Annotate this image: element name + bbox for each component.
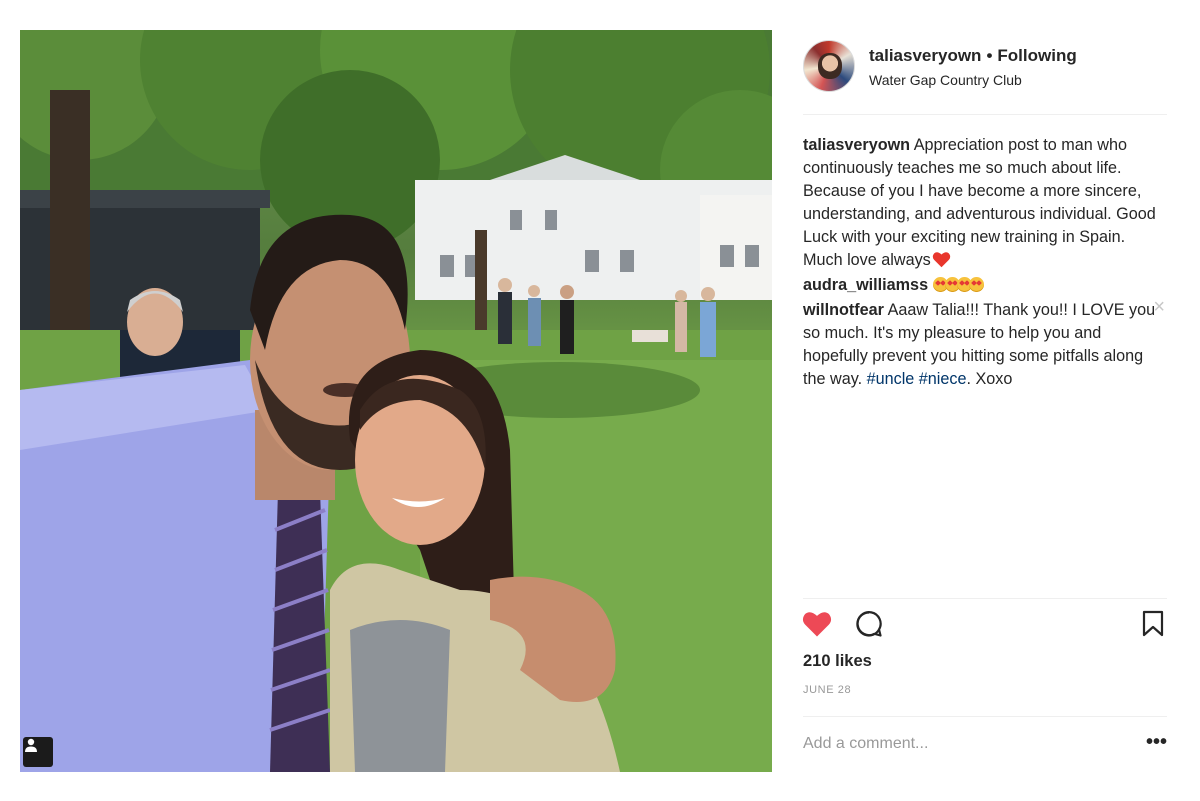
- comment-item: audra_williamss: [803, 274, 1167, 297]
- location-link[interactable]: Water Gap Country Club: [869, 72, 1022, 88]
- actions-divider: [803, 598, 1167, 599]
- add-comment-input[interactable]: [803, 732, 1123, 756]
- comment-text-end: . Xoxo: [966, 370, 1013, 388]
- username-link[interactable]: taliasveryown: [869, 46, 981, 65]
- caption-text: Appreciation post to man who continuousl…: [803, 136, 1156, 269]
- avatar[interactable]: [803, 40, 855, 92]
- likes-count[interactable]: 210 likes: [803, 652, 872, 671]
- caption-author-link[interactable]: taliasveryown: [803, 136, 910, 154]
- tagged-people-button[interactable]: [23, 737, 53, 767]
- like-button[interactable]: [801, 608, 833, 640]
- action-bar: [801, 608, 1169, 644]
- comments-list: taliasveryown Appreciation post to man w…: [803, 134, 1167, 393]
- header-divider: [803, 114, 1167, 115]
- comment-author-link[interactable]: willnotfear: [803, 301, 884, 319]
- hashtag-link[interactable]: #niece: [919, 370, 967, 388]
- add-comment-bar: •••: [803, 730, 1167, 758]
- post-header: taliasveryown • Following Water Gap Countr…: [803, 40, 1167, 92]
- post-date[interactable]: JUNE 28: [803, 684, 851, 696]
- comment-bubble-icon: [856, 611, 882, 637]
- comment-item: × willnotfear Aaaw Talia!!! Thank you!! …: [803, 297, 1167, 391]
- hashtag-link[interactable]: #uncle: [867, 370, 915, 388]
- comment-button[interactable]: [853, 608, 885, 640]
- save-button[interactable]: [1137, 608, 1169, 640]
- heart-icon: [802, 612, 832, 637]
- close-icon[interactable]: ×: [1153, 297, 1165, 317]
- username-row: taliasveryown • Following: [869, 46, 1077, 66]
- following-button[interactable]: Following: [997, 46, 1076, 65]
- heart-eyes-emoji-icon: [932, 276, 984, 294]
- add-comment-divider: [803, 716, 1167, 717]
- bookmark-icon: [1142, 610, 1164, 637]
- red-heart-emoji-icon: [932, 252, 950, 268]
- post-photo[interactable]: [20, 30, 772, 772]
- photo-illustration: [20, 30, 772, 772]
- separator-dot: •: [986, 46, 993, 65]
- more-options-button[interactable]: •••: [1146, 732, 1167, 752]
- post-side-panel: taliasveryown • Following Water Gap Countr…: [801, 30, 1169, 772]
- user-tag-icon: [25, 738, 37, 752]
- comment-author-link[interactable]: audra_williamss: [803, 276, 928, 294]
- caption: taliasveryown Appreciation post to man w…: [803, 134, 1167, 272]
